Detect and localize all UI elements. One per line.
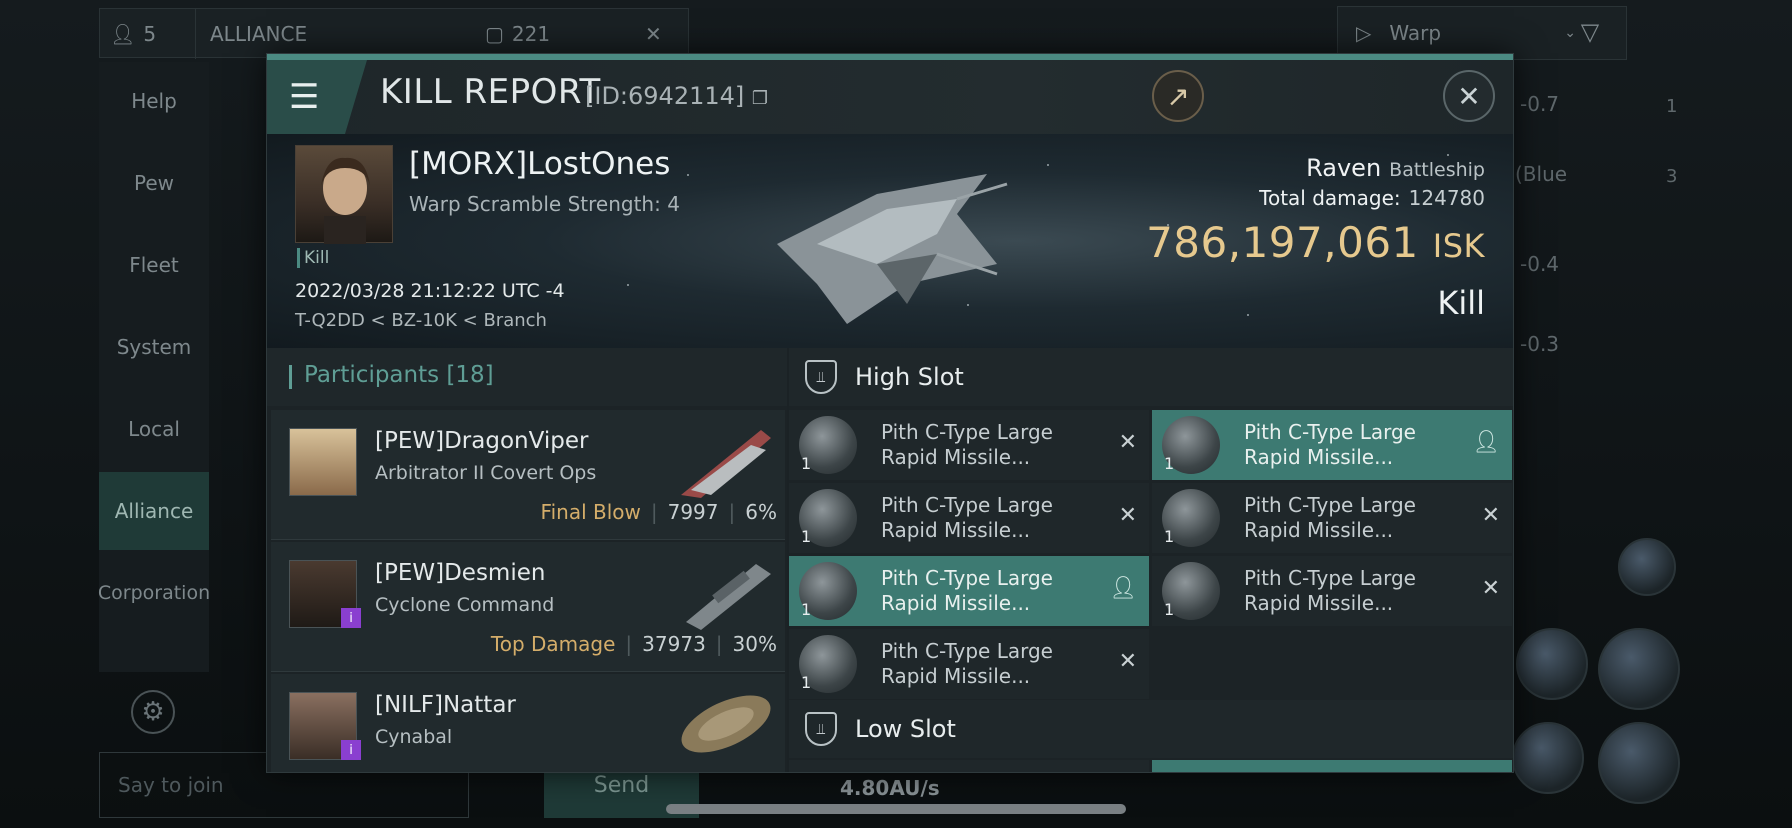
module-item[interactable]: 1 Pith C-Type Large Rapid Missile... 👤︎	[789, 556, 1149, 626]
dialog-header: ☰ KILL REPORT [ID:6942114] ❐ ↗ ✕	[267, 60, 1513, 134]
module-item[interactable]: 1 Pith C-Type Large Rapid Missile... ✕	[789, 483, 1149, 553]
participant-ship-image	[681, 695, 771, 753]
security-value: -0.4	[1520, 252, 1560, 276]
nav-item-fleet[interactable]: Fleet	[99, 226, 209, 304]
low-slot-header: ⫫ Low Slot	[789, 700, 1513, 758]
participant-name: [NILF]Nattar	[375, 692, 516, 718]
module-item[interactable]: 1 Pith C-Type Large Rapid Missile... 👤︎	[1152, 410, 1512, 480]
participant-row[interactable]: i [PEW]Desmien Cyclone Command Top Damag…	[271, 542, 785, 672]
info-badge: i	[341, 608, 361, 628]
copy-icon[interactable]: ❐	[752, 88, 768, 109]
module-icon[interactable]	[1512, 722, 1584, 794]
ship-type[interactable]: Raven Battleship	[1306, 154, 1485, 182]
fitting-panel: ⫫ High Slot 1 Pith C-Type Large Rapid Mis…	[789, 348, 1513, 772]
chat-icon: ▢	[485, 22, 504, 46]
x-icon: ✕	[1118, 503, 1137, 528]
chat-top-bar: 👤︎ 5 ALLIANCE ▢ 221 ✕	[99, 8, 689, 59]
nav-item-system[interactable]: System	[99, 308, 209, 386]
nav-item-corporation[interactable]: Corporation	[98, 554, 210, 632]
gear-icon[interactable]: ⚙	[131, 690, 175, 734]
ship-image	[777, 174, 1008, 324]
kill-tag: Kill	[297, 248, 329, 268]
security-value: -0.3	[1520, 332, 1560, 356]
page-title: KILL REPORT	[380, 72, 601, 112]
left-nav: Help Pew Fleet System Local Alliance Cor…	[98, 62, 210, 672]
kill-location: T-Q2DD < BZ-10K < Branch	[295, 310, 547, 331]
home-indicator[interactable]	[666, 804, 1126, 814]
kill-datetime: 2022/03/28 21:12:22 UTC -4	[295, 280, 565, 302]
isk-value: 786,197,061 ISK	[1146, 218, 1485, 267]
participant-ship: Cynabal	[375, 726, 453, 748]
victim-avatar[interactable]	[295, 145, 393, 244]
user-icon: 👤︎	[110, 22, 136, 46]
victim-detail: Warp Scramble Strength: 4	[409, 192, 680, 216]
nav-item-alliance[interactable]: Alliance	[99, 472, 209, 550]
module-item[interactable]: 1 Pith C-Type Large Rapid Missile... ✕	[1152, 556, 1512, 626]
overview-count: 3	[1666, 166, 1678, 187]
slot-icon: ⫫	[805, 712, 837, 746]
participant-ship: Arbitrator II Covert Ops	[375, 462, 597, 484]
participant-row[interactable]: [PEW]DragonViper Arbitrator II Covert Op…	[271, 410, 785, 540]
participants-panel: Participants [18] [PEW]DragonViper Arbit…	[267, 348, 787, 772]
channel-name: ALLIANCE	[210, 22, 308, 46]
message-count[interactable]: ▢ 221	[485, 9, 550, 59]
kill-report-dialog: ☰ KILL REPORT [ID:6942114] ❐ ↗ ✕ [MORX]L…	[266, 53, 1514, 773]
warp-icon: ▷	[1356, 21, 1372, 45]
x-icon: ✕	[1481, 503, 1500, 528]
module-item[interactable]: 1 Pith C-Type Large Rapid Missile... ✕	[789, 410, 1149, 480]
victim-banner: [MORX]LostOnes Warp Scramble Strength: 4…	[267, 134, 1513, 348]
close-icon[interactable]: ✕	[1443, 70, 1495, 122]
hamburger-icon[interactable]: ☰	[267, 60, 367, 134]
close-chat-icon[interactable]: ✕	[645, 9, 662, 59]
participant-ship-image	[681, 430, 771, 498]
module-item[interactable]	[1152, 760, 1512, 772]
participant-name: [PEW]DragonViper	[375, 428, 589, 454]
info-badge: i	[341, 740, 361, 760]
participant-row[interactable]: i [NILF]Nattar Cynabal	[271, 674, 785, 772]
module-item[interactable]: 1 Pith C-Type Large Rapid Missile... ✕	[789, 629, 1149, 699]
high-slot-header: ⫫ High Slot	[789, 348, 1513, 406]
speed-readout: 4.80AU/s	[840, 776, 940, 800]
member-count[interactable]: 👤︎ 5	[110, 9, 156, 59]
nav-item-local[interactable]: Local	[99, 390, 209, 468]
x-icon: ✕	[1481, 576, 1500, 601]
participant-ship-image	[686, 564, 771, 630]
module-item[interactable]	[789, 760, 1149, 772]
person-icon: 👤︎	[1472, 430, 1500, 455]
filter-icon[interactable]: ▽	[1565, 10, 1615, 54]
warp-label: Warp	[1389, 21, 1442, 45]
swap-icon[interactable]	[1618, 538, 1676, 596]
module-icon[interactable]	[1516, 628, 1588, 700]
victim-name[interactable]: [MORX]LostOnes	[409, 146, 670, 182]
module-icon[interactable]	[1598, 722, 1680, 804]
participant-name: [PEW]Desmien	[375, 560, 546, 586]
nav-item-pew[interactable]: Pew	[99, 144, 209, 222]
person-icon: 👤︎	[1109, 576, 1137, 601]
module-item[interactable]: 1 Pith C-Type Large Rapid Missile... ✕	[1152, 483, 1512, 553]
slot-icon: ⫫	[805, 360, 837, 394]
participant-stats: Final Blow | 7997 | 6%	[540, 500, 777, 524]
participant-ship: Cyclone Command	[375, 594, 555, 616]
overview-count: 1	[1666, 96, 1678, 117]
x-icon: ✕	[1118, 649, 1137, 674]
security-value: -0.7	[1520, 92, 1560, 116]
module-icon[interactable]	[1598, 628, 1680, 710]
result-label: Kill	[1437, 284, 1485, 322]
x-icon: ✕	[1118, 430, 1137, 455]
participant-stats: Top Damage | 37973 | 30%	[490, 632, 777, 656]
security-value: (Blue	[1515, 162, 1568, 186]
share-icon[interactable]: ↗	[1152, 70, 1204, 122]
avatar	[289, 428, 357, 496]
report-id[interactable]: [ID:6942114] ❐	[585, 82, 768, 110]
nav-item-help[interactable]: Help	[99, 62, 209, 140]
total-damage: Total damage: 124780	[1259, 186, 1485, 210]
participants-header: Participants [18]	[267, 348, 787, 406]
